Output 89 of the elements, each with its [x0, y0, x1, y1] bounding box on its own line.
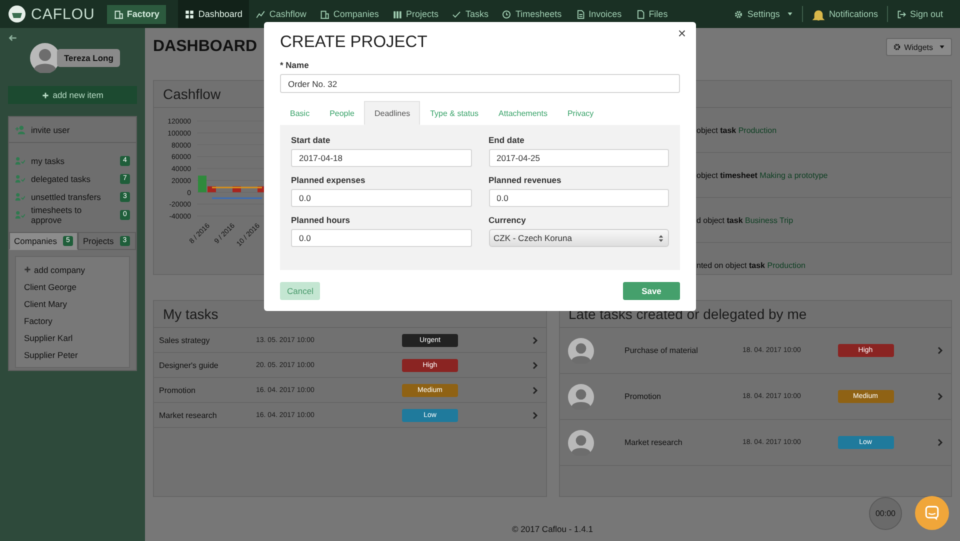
sign-out-link[interactable]: Sign out [888, 9, 952, 19]
plus-icon [24, 266, 31, 273]
page-title: DASHBOARD [153, 38, 257, 56]
chevron-right-icon [532, 410, 538, 420]
close-button[interactable]: × [676, 25, 688, 41]
chevron-right-icon [937, 346, 943, 355]
document-icon [576, 10, 585, 18]
add-item-button[interactable]: add new item [8, 86, 137, 104]
task-name: Promotion [624, 392, 662, 401]
field-label: End date [488, 135, 526, 145]
chart-line [212, 186, 262, 188]
input-field[interactable]: 0.0 [488, 189, 669, 207]
footer-text: © 2017 Caflou - 1.4.1 [511, 524, 594, 534]
nav-link[interactable]: Files [628, 0, 675, 28]
columns-icon [392, 10, 402, 18]
chevron-right-icon [532, 336, 538, 344]
form-tab[interactable]: Deadlines [364, 101, 420, 125]
chat-icon [924, 505, 940, 521]
logo-icon [8, 5, 26, 23]
company-button[interactable]: Factory [106, 4, 166, 24]
company-link[interactable]: Client Mary [24, 295, 121, 312]
field-label: * Name [280, 60, 310, 70]
nav-link[interactable]: Companies [313, 0, 386, 28]
input-field[interactable]: 0.0 [291, 189, 472, 207]
nav-link[interactable]: Tasks [445, 0, 496, 28]
avatar [30, 43, 60, 73]
grid-icon [185, 10, 194, 18]
avatar [568, 430, 594, 456]
avatar [568, 338, 594, 364]
user-name: Tereza Long [57, 49, 120, 67]
company-link[interactable]: Factory [24, 312, 121, 329]
chart-line-icon [256, 10, 266, 18]
dialog-title: CREATE PROJECT [280, 32, 428, 52]
name-input[interactable]: Order No. 32 [280, 74, 680, 93]
check-icon [452, 10, 462, 18]
caret-icon [939, 44, 945, 50]
notifications-link[interactable]: Notifications [802, 8, 887, 20]
updown-icon [658, 234, 664, 242]
chart-line [212, 197, 262, 199]
plus-icon [42, 92, 49, 98]
clock-icon [502, 10, 512, 18]
field-label: Start date [291, 135, 332, 145]
chevron-right-icon [937, 392, 943, 401]
avatar [568, 384, 594, 410]
company-link[interactable]: Supplier Peter [24, 346, 121, 363]
input-field[interactable]: 2017-04-18 [291, 149, 472, 167]
task-name: Market research [624, 438, 684, 447]
chevron-right-icon [532, 386, 538, 394]
task-name: Promotion [159, 386, 196, 394]
nav-link[interactable]: Cashflow [249, 0, 314, 28]
task-name: Market research [159, 410, 218, 420]
building-icon [320, 10, 330, 18]
task-name: Designer's guide [159, 360, 220, 370]
company-link[interactable]: Supplier Karl [24, 329, 121, 346]
nav-link[interactable]: Projects [386, 0, 446, 28]
activity-text: nted on object task Production [696, 260, 806, 270]
activity-text: object timesheet Making a prototype [696, 170, 828, 180]
activity-text: object task Production [696, 126, 777, 134]
settings-icon [734, 10, 744, 18]
field-label: Planned revenues [488, 175, 562, 185]
settings-icon [893, 43, 902, 51]
field-label: Currency [488, 215, 527, 225]
app-logo: CAFLOU [31, 6, 95, 22]
chevron-right-icon [532, 360, 538, 370]
activity-text: d object task Business Trip [696, 216, 794, 224]
task-name: Sales strategy [159, 336, 211, 344]
building-icon [114, 10, 123, 18]
add-user-icon [15, 124, 25, 134]
widgets-button[interactable]: Widgets [886, 38, 952, 56]
caret-icon [786, 11, 793, 17]
bell-icon [812, 8, 825, 20]
task-name: Purchase of material [624, 346, 699, 355]
chevron-right-icon [937, 438, 943, 447]
input-field[interactable]: 0.0 [291, 229, 472, 247]
field-label: Planned expenses [291, 175, 366, 185]
nav-link[interactable]: Timesheets [495, 0, 569, 28]
add-company-link[interactable]: add company [24, 261, 121, 278]
nav-link[interactable]: Invoices [568, 0, 629, 28]
file-icon [636, 10, 645, 18]
user-check-icon [15, 156, 25, 166]
nav-link[interactable]: Dashboard [178, 0, 250, 28]
back-arrow-icon [8, 33, 18, 43]
field-label: Planned hours [291, 215, 352, 225]
sign-out-icon [896, 10, 906, 18]
settings-menu[interactable]: Settings [725, 9, 802, 19]
company-link[interactable]: Client George [24, 278, 121, 295]
input-field[interactable]: 2017-04-25 [488, 149, 669, 167]
invite-user-link[interactable]: invite user [9, 117, 136, 143]
currency-select[interactable]: CZK - Czech Koruna [488, 229, 669, 247]
